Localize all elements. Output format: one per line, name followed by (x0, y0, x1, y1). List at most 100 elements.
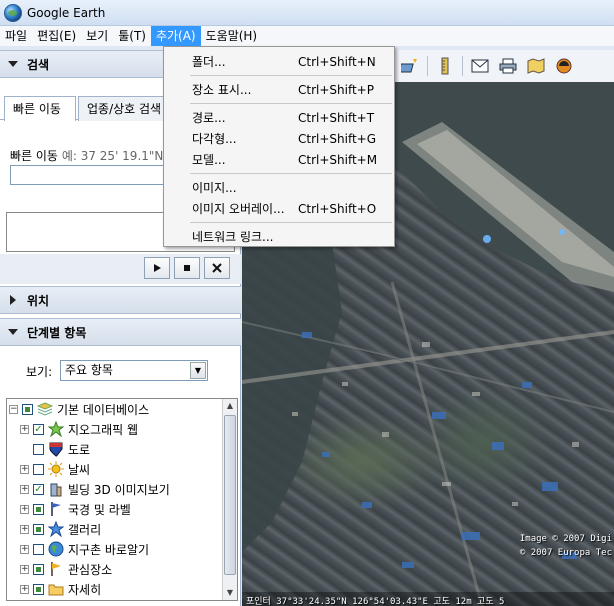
menu-item-label: 다각형... (192, 132, 237, 146)
add-menu-item[interactable]: 경로... Ctrl+Shift+T (164, 107, 394, 128)
layer-checkbox[interactable] (33, 543, 44, 555)
flag-icon (48, 561, 64, 577)
menu-add[interactable]: 추가(A) (150, 26, 201, 46)
sun-icon (48, 461, 64, 477)
layer-checkbox[interactable] (22, 403, 33, 415)
fly-to-label-text: 빠른 이동 (10, 149, 58, 163)
menu-item-shortcut: Ctrl+Shift+P (298, 82, 374, 97)
building-icon (48, 481, 64, 497)
ruler-icon[interactable] (434, 55, 456, 77)
expand-tree-icon[interactable]: + (20, 524, 29, 534)
menu-edit[interactable]: 편집(E) (32, 26, 81, 46)
layer-tree-item[interactable]: + 국경 및 라벨 (20, 499, 131, 519)
menu-item-label: 장소 표시... (192, 83, 252, 97)
expand-arrow-icon (10, 295, 16, 305)
layer-checkbox[interactable] (33, 463, 44, 475)
title-bar: Google Earth (0, 0, 614, 26)
layer-checkbox[interactable] (33, 563, 44, 575)
layer-checkbox[interactable]: ✓ (33, 483, 44, 495)
layer-label: 빌딩 3D 이미지보기 (68, 482, 170, 497)
add-menu-item[interactable]: 이미지... (164, 177, 394, 198)
expand-tree-icon[interactable]: + (20, 544, 29, 554)
expand-tree-icon[interactable]: + (20, 504, 29, 514)
star-icon (48, 421, 64, 437)
google-earth-app-icon (4, 3, 22, 22)
map-status-bar: 포인터 37°33'24.35"N 126°54'03.43"E 고도 12m … (242, 592, 614, 606)
view-select[interactable]: 주요 항목 ▼ (60, 360, 208, 381)
expand-tree-icon[interactable]: + (20, 424, 29, 434)
layer-checkbox[interactable]: ✓ (33, 423, 44, 435)
layer-checkbox[interactable] (33, 523, 44, 535)
layer-tree-item[interactable]: + 지구촌 바로알기 (20, 539, 149, 559)
layer-tree-item[interactable]: + ✓ 빌딩 3D 이미지보기 (20, 479, 170, 499)
stop-button[interactable] (174, 257, 200, 279)
google-maps-icon[interactable] (525, 55, 547, 77)
collapse-tree-icon[interactable]: − (9, 404, 18, 414)
menu-separator (190, 222, 392, 223)
menu-item-label: 모델... (192, 153, 226, 167)
layer-tree-item[interactable]: + 갤러리 (20, 519, 101, 539)
layer-checkbox[interactable] (33, 583, 44, 595)
tab-business-search[interactable]: 업종/상호 검색 (78, 96, 166, 121)
layer-tree-item[interactable]: + 날씨 (20, 459, 90, 479)
search-header-label: 검색 (27, 57, 50, 72)
layers-section-header[interactable]: 단계별 항목 (0, 318, 241, 346)
layers-scrollbar[interactable]: ▲ ▼ (222, 399, 237, 600)
layers-icon (37, 401, 53, 417)
layer-tree-item[interactable]: + ✓ 지오그래픽 웹 (20, 419, 138, 439)
add-menu-dropdown: 폴더... Ctrl+Shift+N 장소 표시... Ctrl+Shift+P 경로.… (163, 46, 395, 247)
menu-item-shortcut: Ctrl+Shift+G (298, 131, 377, 146)
tab-fly-to[interactable]: 빠른 이동 (4, 96, 76, 121)
layer-label: 날씨 (68, 462, 91, 477)
fly-to-label: 빠른 이동 예: 37 25' 19.1"N, (10, 147, 167, 164)
expand-tree-icon[interactable]: + (20, 564, 29, 574)
layer-checkbox[interactable] (33, 443, 44, 455)
expand-tree-icon[interactable]: + (20, 464, 29, 474)
menu-view[interactable]: 보기 (81, 26, 113, 46)
scroll-down-icon[interactable]: ▼ (223, 586, 237, 600)
collapse-arrow-icon (8, 329, 18, 335)
menu-separator (190, 103, 392, 104)
add-overlay-icon[interactable] (399, 55, 421, 77)
layer-tree-item[interactable]: 도로 (20, 439, 90, 459)
menu-file[interactable]: 파일 (0, 26, 32, 46)
menu-tools[interactable]: 툴(T) (113, 26, 151, 46)
layer-label: 국경 및 라벨 (68, 502, 131, 517)
clear-button[interactable] (204, 257, 230, 279)
layer-tree-item[interactable]: + 관심장소 (20, 559, 112, 579)
add-menu-item[interactable]: 장소 표시... Ctrl+Shift+P (164, 79, 394, 100)
add-menu-item[interactable]: 폴더... Ctrl+Shift+N (164, 51, 394, 72)
add-menu-item[interactable]: 모델... Ctrl+Shift+M (164, 149, 394, 170)
menu-item-label: 이미지... (192, 181, 237, 195)
toolbar (395, 50, 614, 82)
scroll-thumb[interactable] (224, 415, 236, 575)
add-menu-item[interactable]: 다각형... Ctrl+Shift+G (164, 128, 394, 149)
print-icon[interactable] (497, 55, 519, 77)
email-icon[interactable] (469, 55, 491, 77)
menu-item-label: 경로... (192, 111, 226, 125)
layer-tree-item[interactable]: + 자세히 (20, 579, 101, 599)
imagery-copyright-2: © 2007 Europa Tec (519, 548, 612, 558)
sky-toggle-icon[interactable] (553, 55, 575, 77)
play-button[interactable] (144, 257, 170, 279)
add-menu-item[interactable]: 이미지 오버레이... Ctrl+Shift+O (164, 198, 394, 219)
layer-label: 도로 (68, 442, 91, 457)
menu-help[interactable]: 도움말(H) (201, 26, 263, 46)
layer-label: 갤러리 (68, 522, 102, 537)
expand-tree-icon[interactable]: + (20, 584, 29, 594)
places-section-header[interactable]: 위치 (0, 286, 241, 314)
layer-label: 자세히 (68, 582, 102, 597)
menu-item-shortcut: Ctrl+Shift+M (298, 152, 378, 167)
add-menu-item[interactable]: 네트워크 링크... (164, 226, 394, 247)
toolbar-separator (462, 56, 463, 76)
view-label: 보기: (26, 365, 53, 379)
layer-label: 지오그래픽 웹 (68, 422, 139, 437)
layer-tree-item[interactable]: − 기본 데이터베이스 (9, 399, 149, 419)
border-flag-icon (48, 501, 64, 517)
road-shield-icon (48, 441, 64, 457)
scroll-up-icon[interactable]: ▲ (223, 399, 237, 413)
layer-checkbox[interactable] (33, 503, 44, 515)
chevron-down-icon[interactable]: ▼ (190, 362, 206, 379)
expand-tree-icon[interactable]: + (20, 484, 29, 494)
globe-icon (48, 541, 64, 557)
